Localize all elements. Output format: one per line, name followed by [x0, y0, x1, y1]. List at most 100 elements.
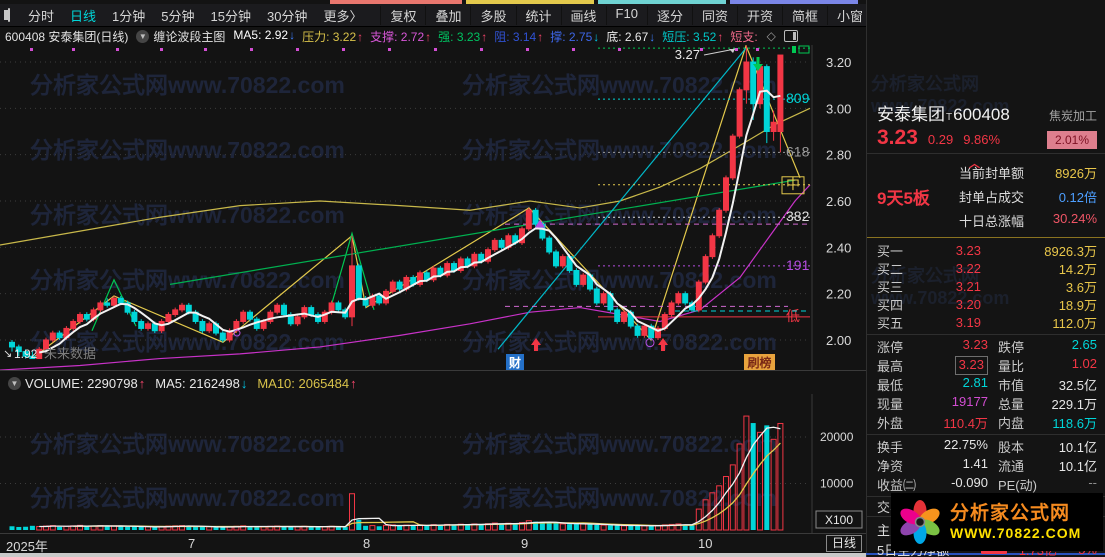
- period-indicator-box[interactable]: 日线: [826, 535, 863, 552]
- period-tab[interactable]: 5分钟: [153, 6, 202, 25]
- x-axis: 2025年 7 8 9 10 日线: [0, 533, 866, 554]
- tool-button[interactable]: 简框: [781, 5, 827, 25]
- indicator-value: 短压: 3.52↑: [662, 29, 724, 44]
- tool-button[interactable]: 多股: [470, 5, 515, 25]
- watermark-text: 分析家公式网www.70822.com: [462, 137, 777, 163]
- indicator-value: 压力: 3.22↑: [302, 29, 364, 44]
- industry-label[interactable]: 焦炭加工: [1049, 107, 1097, 124]
- stat-row: 最低 2.81 市值 32.5亿: [877, 375, 1097, 393]
- svg-text:↘: ↘: [3, 348, 12, 360]
- candlestick-chart[interactable]: 分析家公式网www.70822.com 分析家公式网www.70822.com 分析…: [0, 45, 866, 370]
- period-tab[interactable]: 30分钟: [259, 6, 315, 25]
- indicator-header: 600408 安泰集团(日线) ▼ 缠论波段主图 MA5: 2.92↓ 压力: 3…: [0, 27, 866, 45]
- stock-flag: T: [946, 112, 953, 123]
- stat-row: 最高 3.23 量比 1.02: [877, 356, 1097, 375]
- chevron-up-icon[interactable]: ︿: [969, 155, 980, 171]
- watermark-text: 分析家公式网www.70822.com: [30, 72, 345, 98]
- volume-indicator-value: MA10: 2065484↑: [257, 375, 357, 391]
- stat-row: 涨停 3.23 跌停 2.65: [877, 337, 1097, 355]
- logo-title: 分析家公式网: [950, 503, 1071, 525]
- study-name[interactable]: 缠论波段主图: [153, 28, 225, 45]
- limit-streak-badge: 9天5板: [877, 189, 930, 208]
- diamond-icon[interactable]: ◇: [767, 29, 776, 43]
- volume-axis-label: 20000: [820, 430, 854, 444]
- watermark-text: 分析家公式网www.70822.com: [462, 72, 777, 98]
- watermark-text: 分析家公式网www.70822.com: [30, 137, 345, 163]
- pane-divider[interactable]: [0, 370, 866, 371]
- indicator-value: 撑: 2.75↓: [550, 29, 600, 44]
- period-tab[interactable]: 更多〉: [315, 6, 370, 25]
- stat-row: 换手 22.75% 股本 10.1亿: [877, 437, 1097, 455]
- fib-level-label: 低: [786, 308, 800, 324]
- order-book-row: 买一 3.23 8926.3万: [877, 242, 1097, 259]
- window-bottom-edge: [0, 553, 866, 557]
- y-axis-label: 3.00: [826, 101, 851, 116]
- y-axis-label: 2.80: [826, 148, 851, 163]
- fengdan-stats: 当前封单额 8926万 封单占成交 0.12倍 十日总涨幅 30.24%: [959, 164, 1097, 229]
- tool-button[interactable]: 开资: [736, 5, 782, 25]
- watermark-text: 分析家公式网www.70822.com: [462, 431, 777, 457]
- tool-button[interactable]: 同资: [691, 5, 737, 25]
- indicator-value: 短支:: [730, 29, 758, 44]
- fib-level-label: 中: [786, 176, 800, 192]
- industry-change-badge: 2.01%: [1046, 131, 1097, 149]
- volume-indicator-value: MA5: 2162498↓: [155, 375, 248, 391]
- y-axis-label: 3.20: [826, 55, 851, 70]
- y-axis-label: 2.00: [826, 333, 851, 348]
- future-data-label: 未来数据: [44, 346, 96, 361]
- indicator-value: 阻: 3.14↑: [494, 29, 544, 44]
- stat-row: 净资 1.41 流通 10.1亿: [877, 456, 1097, 474]
- tool-button[interactable]: 画线: [560, 5, 606, 25]
- price-row: 3.23 0.29 9.86% 2.01%: [867, 125, 1105, 154]
- fengdan-row: 十日总涨幅 30.24%: [959, 211, 1097, 229]
- window-split-icon[interactable]: [4, 8, 10, 22]
- fib-level-label: 382: [786, 208, 810, 224]
- stat-row: 外盘 110.4万 内盘 118.6万: [877, 416, 1097, 431]
- quote-stats: 涨停 3.23 跌停 2.65 最高 3.23 量比 1.02 最低 2.81 市值 32.5亿 现量 1…: [867, 335, 1105, 435]
- watermark-text: 分析家公式网www.70822.com: [462, 329, 777, 355]
- stock-code: 600408: [953, 105, 1010, 124]
- tool-button[interactable]: 逐分: [646, 5, 692, 25]
- order-book: 买一 3.23 8926.3万 买二 3.22 14.2万 买三 3.21 3.6万 买四 3.20…: [867, 238, 1105, 335]
- watermark-text: 分析家公式网www.70822.com: [30, 202, 345, 228]
- volume-scale-label: X100: [825, 513, 853, 527]
- flower-logo-icon: [900, 500, 940, 544]
- stock-name: 安泰集团: [877, 105, 945, 124]
- order-book-row: 买五 3.19 112.0万: [877, 314, 1097, 331]
- period-tab[interactable]: 1分钟: [104, 6, 153, 25]
- chevron-down-icon[interactable]: ▼: [8, 376, 21, 390]
- volume-chart[interactable]: 分析家公式网www.70822.com 分析家公式网www.70822.com 分析…: [0, 394, 866, 533]
- stock-name-row: 安泰集团 T 600408 焦炭加工: [867, 94, 1105, 125]
- panel-toggle-icon[interactable]: [783, 30, 798, 42]
- logo-url: WWW.70822.COM: [950, 524, 1082, 541]
- tool-button[interactable]: 统计: [515, 5, 561, 25]
- tool-button[interactable]: 叠加: [425, 5, 470, 25]
- indicator-values: MA5: 2.92↓ 压力: 3.22↑ 支撑: 2.72↑ 强: 3.23↑ 阻: 3…: [233, 28, 764, 45]
- event-marker-label: 财: [508, 355, 521, 370]
- volume-indicator-value: VOLUME: 2290798↑: [25, 375, 146, 391]
- indicator-value: MA5: 2.92↓: [233, 27, 296, 42]
- period-tab[interactable]: 15分钟: [203, 6, 259, 25]
- y-axis-label: 2.20: [826, 287, 851, 302]
- chevron-down-icon[interactable]: ▼: [136, 29, 150, 43]
- tool-button[interactable]: F10: [605, 5, 647, 25]
- tool-button[interactable]: 复权: [380, 5, 425, 25]
- main-toolbar: 分时 日线 1分钟 5分钟 15分钟 30分钟 更多〉 复权 叠加 多股 统计 画线 F10 逐分 同资开…: [0, 4, 1006, 27]
- period-tab[interactable]: 分时: [20, 6, 62, 25]
- period-tab[interactable]: 日线: [62, 6, 104, 25]
- y-axis-label: 2.40: [826, 240, 851, 255]
- fib-level-label: 809: [786, 90, 810, 106]
- watermark-text: 分析家公式网www.70822.com: [462, 267, 777, 293]
- indicator-value: 强: 3.23↑: [438, 29, 488, 44]
- event-marker-label: 刷榜: [747, 355, 771, 370]
- watermark-text: 分析家公式网www.70822.com: [30, 485, 345, 511]
- chart-title: 600408 安泰集团(日线): [5, 29, 129, 44]
- watermark-text: 分析家公式网www.70822.com: [30, 431, 345, 457]
- volume-axis-label: 10000: [820, 477, 854, 491]
- period-tabs: 分时 日线 1分钟 5分钟 15分钟 30分钟 更多〉: [20, 6, 370, 25]
- quote-panel: 分析家公式网www.70822.com 分析家公式网www.70822.com …: [866, 0, 1105, 557]
- price-change: 0.29: [927, 132, 954, 147]
- fib-level-label: 618: [786, 143, 810, 159]
- stat-row: 收益㈡ -0.090 PE(动) --: [877, 475, 1097, 493]
- order-book-row: 买二 3.22 14.2万: [877, 260, 1097, 277]
